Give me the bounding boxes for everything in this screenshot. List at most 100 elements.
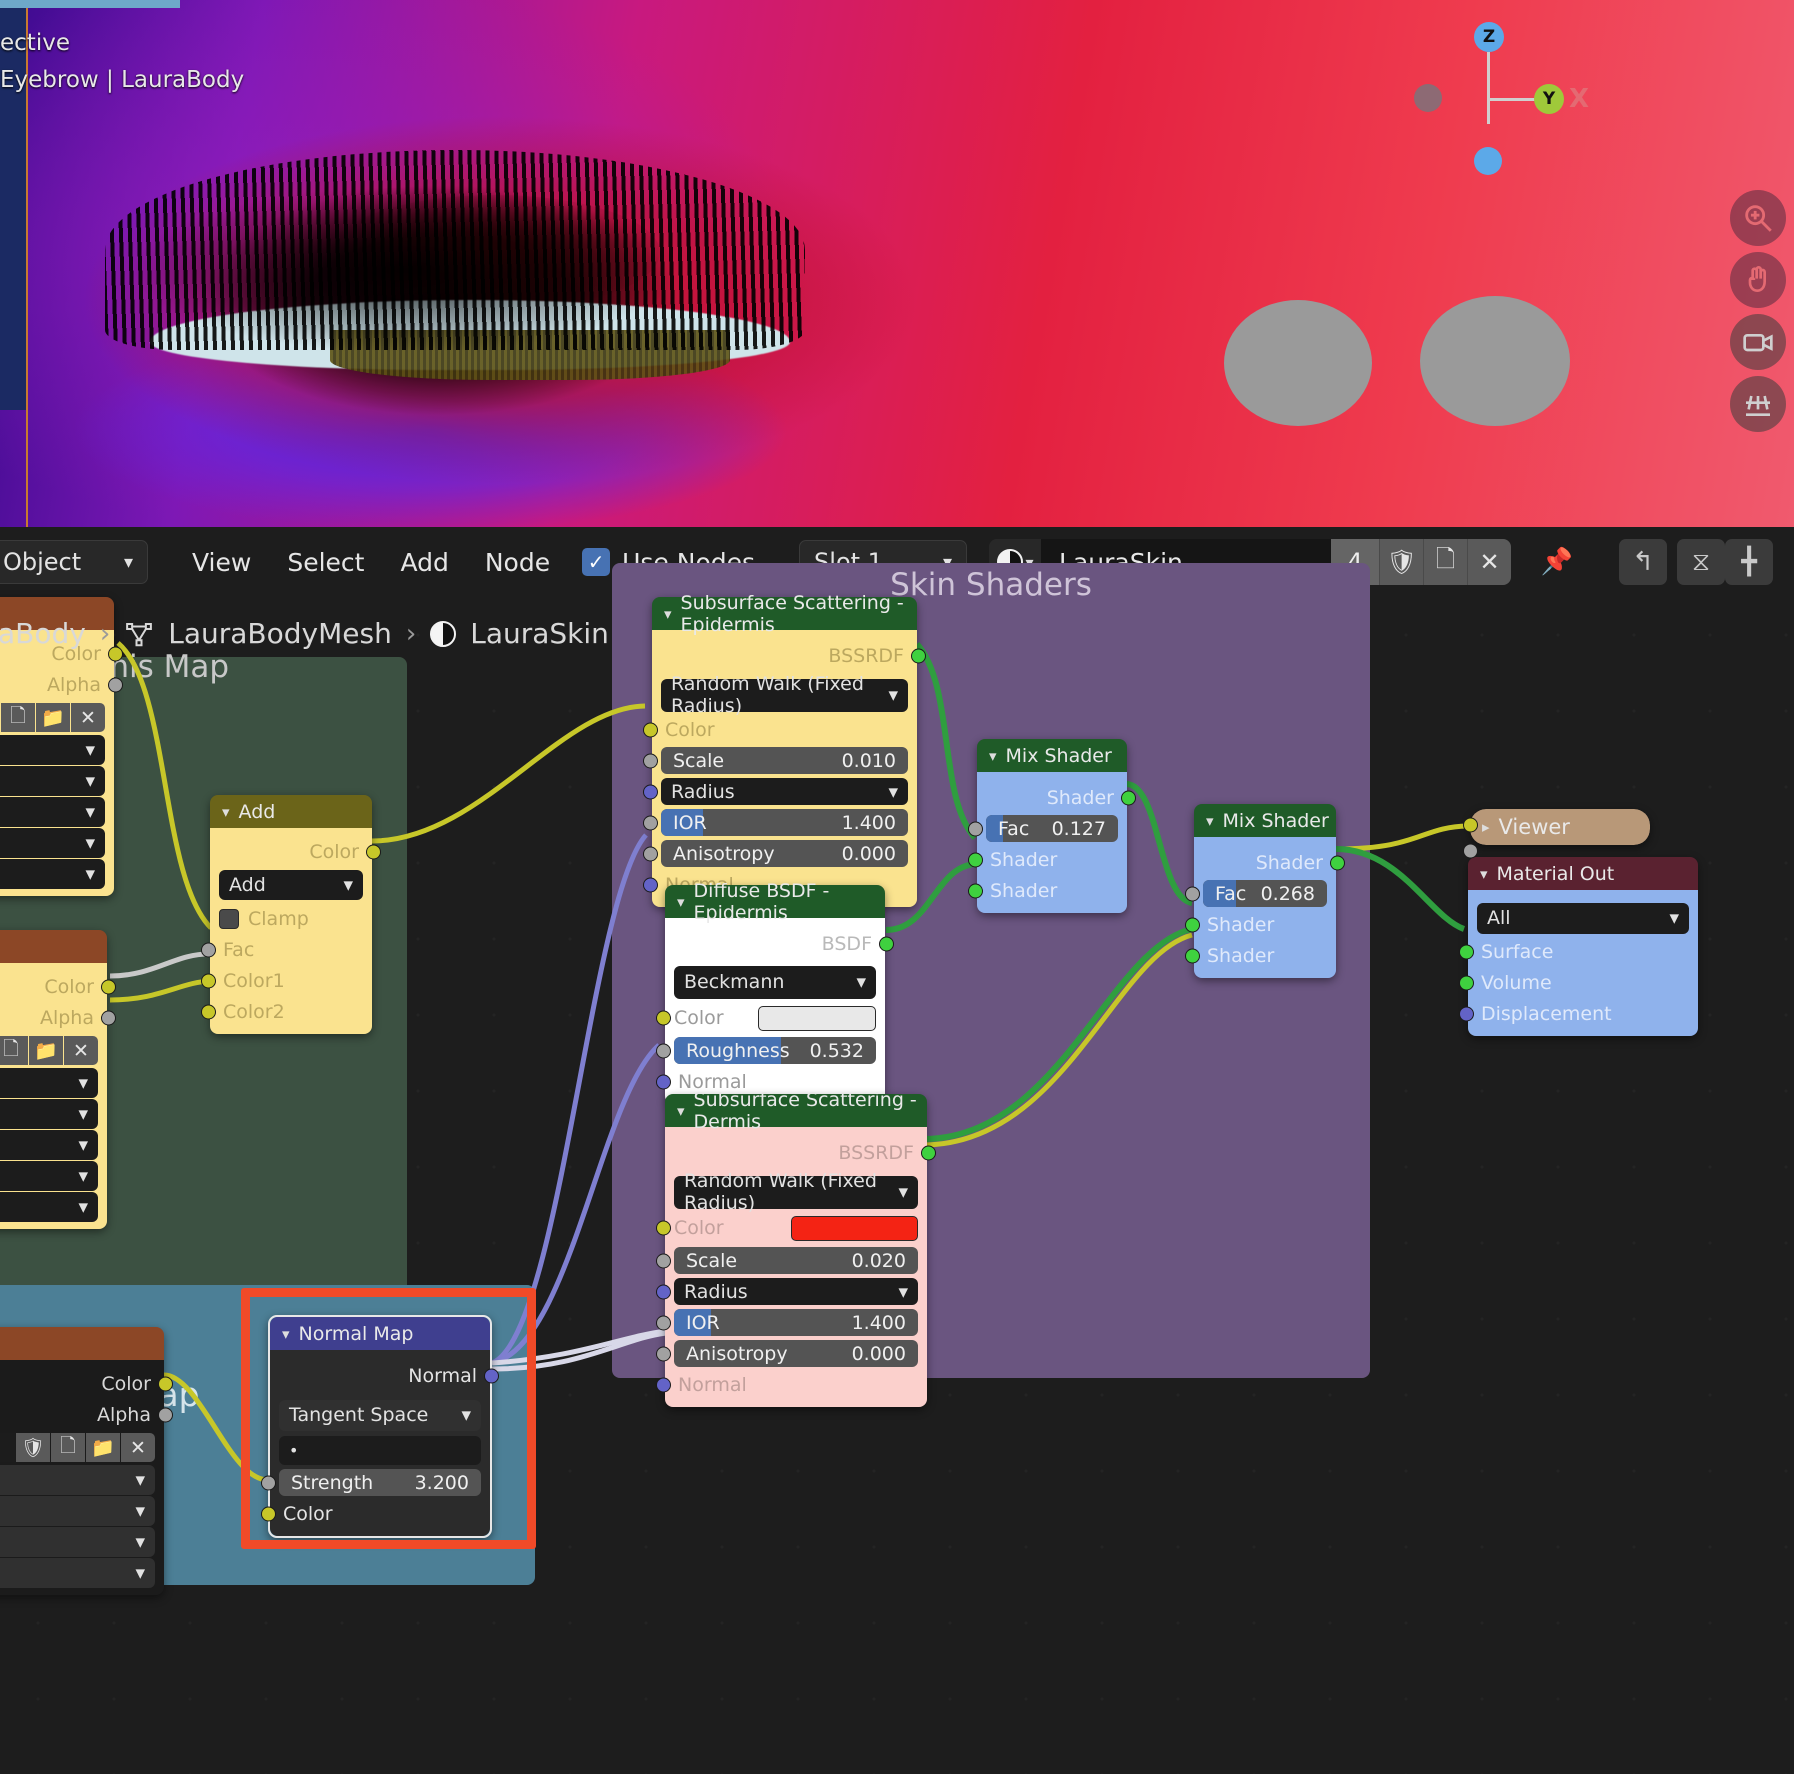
node-mix-shader-1[interactable]: ▾ Mix Shader Shader Fac 0.127 Shader Sha… <box>968 739 1136 913</box>
copy-icon[interactable]: 🗋 <box>0 1036 28 1065</box>
socket-color-out[interactable] <box>158 1376 173 1391</box>
node-material-output[interactable]: ▾ Material Out All ▾ Surface Volume Disp… <box>1459 857 1698 1036</box>
chevron-right-icon[interactable]: ▸ <box>1482 818 1490 836</box>
radius-dropdown[interactable]: Radius ▾ <box>661 778 908 805</box>
color-swatch[interactable] <box>791 1215 918 1241</box>
socket-roughness-in[interactable] <box>656 1043 671 1058</box>
sss-method-dropdown[interactable]: Random Walk (Fixed Radius) ▾ <box>674 1170 918 1214</box>
parent-icon[interactable]: ↰ <box>1619 539 1668 585</box>
source-dropdown[interactable]: ▾ <box>0 1464 155 1495</box>
folder-icon[interactable]: 📁 <box>86 1433 120 1462</box>
scale-field[interactable]: Scale 0.020 <box>674 1247 918 1274</box>
image-selector-row[interactable]: HiRes 🛡 🗋 📁 ✕ <box>0 1433 155 1462</box>
chevron-down-icon[interactable]: ▾ <box>677 893 685 911</box>
socket-shader2-in[interactable] <box>968 883 983 898</box>
shield-icon[interactable]: 🛡 <box>16 1433 50 1462</box>
chevron-down-icon[interactable]: ▾ <box>1480 865 1488 883</box>
socket-radius-in[interactable] <box>656 1284 671 1299</box>
socket-color-in[interactable] <box>643 722 658 737</box>
socket-fac-in[interactable] <box>201 942 216 957</box>
node-mix-color-add[interactable]: ▾ Add Color Add ▾ Clamp Fac Color1 Color… <box>201 795 381 1034</box>
folder-icon[interactable]: 📁 <box>36 703 70 732</box>
menu-add[interactable]: Add <box>382 548 466 577</box>
image-name-field[interactable]: HiRes <box>0 1433 15 1462</box>
gizmo-y-neg[interactable] <box>1414 84 1442 112</box>
socket-color2-in[interactable] <box>201 1004 216 1019</box>
socket-shader1-in[interactable] <box>968 852 983 867</box>
socket-viewer-image-in[interactable] <box>1463 817 1478 833</box>
projection-dropdown[interactable]: ▾ <box>0 1526 155 1557</box>
socket-alpha-out[interactable] <box>101 1010 116 1025</box>
socket-color-in[interactable] <box>656 1010 671 1026</box>
grid-icon[interactable] <box>1730 376 1786 432</box>
anisotropy-field[interactable]: Anisotropy 0.000 <box>661 840 908 867</box>
ior-field[interactable]: IOR 1.400 <box>674 1309 918 1336</box>
node-sss-dermis[interactable]: ▾ Subsurface Scattering - Dermis BSSRDF … <box>656 1089 936 1407</box>
distribution-dropdown[interactable]: Beckmann ▾ <box>674 965 876 999</box>
roughness-field[interactable]: Roughness 0.532 <box>674 1037 876 1064</box>
blend-mode-dropdown[interactable]: Add ▾ <box>219 870 363 900</box>
socket-shader2-in[interactable] <box>1185 948 1200 963</box>
socket-surface-in[interactable] <box>1459 944 1474 959</box>
gizmo-z-neg[interactable] <box>1474 147 1502 175</box>
node-image-texture-epidermis-2[interactable]: ▾ idermis Color Alpha 🛡 🗋 📁 ✕ ▾ ▾ ▾ ▾ <box>0 930 116 1229</box>
socket-anisotropy-in[interactable] <box>656 1346 671 1361</box>
colorspace-dropdown[interactable]: sRGB▾ <box>0 1191 98 1222</box>
menu-node[interactable]: Node <box>467 548 568 577</box>
image-selector-row[interactable]: 🛡 🗋 📁 ✕ <box>0 1036 98 1065</box>
chevron-down-icon[interactable]: ▾ <box>222 803 230 821</box>
navigation-gizmo[interactable]: Z Y X <box>1414 22 1589 175</box>
chevron-down-icon[interactable]: ▾ <box>677 1102 685 1120</box>
socket-fac-in[interactable] <box>1185 886 1200 901</box>
image-selector-row[interactable]: 🛡 🗋 📁 ✕ <box>0 703 105 732</box>
interpolation-dropdown[interactable]: ▾ <box>0 1495 155 1526</box>
socket-viewer-alpha-in[interactable] <box>1463 843 1478 859</box>
breadcrumb-object[interactable]: aBody <box>0 617 86 650</box>
pin-icon[interactable]: 📌 <box>1533 539 1581 585</box>
scale-field[interactable]: Scale 0.010 <box>661 747 908 774</box>
clamp-row[interactable]: Clamp <box>219 905 363 932</box>
zoom-icon[interactable] <box>1730 190 1786 246</box>
projection-dropdown[interactable]: ▾ <box>0 1129 98 1160</box>
socket-normal-in[interactable] <box>656 1074 671 1089</box>
color-swatch[interactable] <box>758 1005 876 1031</box>
target-dropdown[interactable]: All ▾ <box>1477 902 1689 934</box>
copy-icon[interactable]: 🗋 <box>1 703 35 732</box>
socket-normal-in[interactable] <box>643 877 658 892</box>
socket-normal-in[interactable] <box>656 1377 671 1392</box>
viewport-3d[interactable]: ective Eyebrow | LauraBody Z Y X <box>0 0 1794 527</box>
node-image-texture-normals[interactable]: ▾ Normals Color Alpha HiRes 🛡 🗋 📁 ✕ ▾ ▾ … <box>0 1327 173 1595</box>
socket-anisotropy-in[interactable] <box>643 846 658 861</box>
close-icon[interactable]: ✕ <box>64 1036 98 1065</box>
breadcrumb-mesh[interactable]: LauraBodyMesh <box>168 617 392 650</box>
shield-icon[interactable]: 🛡 <box>1379 539 1424 585</box>
node-viewer[interactable]: ▸ Viewer <box>1470 809 1650 845</box>
socket-bssrdf-out[interactable] <box>921 1145 936 1160</box>
extension-dropdown[interactable]: ▾ <box>0 827 105 858</box>
chevron-down-icon[interactable]: ▾ <box>1206 812 1214 830</box>
chevron-down-icon[interactable]: ▾ <box>989 747 997 765</box>
socket-color1-in[interactable] <box>201 973 216 988</box>
clamp-checkbox[interactable] <box>219 908 239 929</box>
socket-scale-in[interactable] <box>643 753 658 768</box>
shader-node-editor[interactable]: aBody › LauraBodyMesh › LauraSkin Epider… <box>0 563 1794 1774</box>
close-icon[interactable]: ✕ <box>1467 539 1512 585</box>
copy-icon[interactable]: 🗋 <box>1423 539 1468 585</box>
colorspace-dropdown[interactable]: sRGB▾ <box>0 858 105 889</box>
copy-icon[interactable]: 🗋 <box>51 1433 85 1462</box>
menu-view[interactable]: View <box>174 548 269 577</box>
extension-dropdown[interactable]: ▾ <box>0 1160 98 1191</box>
breadcrumb-material[interactable]: LauraSkin <box>470 617 609 650</box>
gizmo-y-pos[interactable]: Y <box>1534 84 1564 114</box>
socket-shader1-in[interactable] <box>1185 917 1200 932</box>
socket-color-out[interactable] <box>366 844 381 859</box>
socket-color-out[interactable] <box>101 979 116 994</box>
socket-bsdf-out[interactable] <box>879 936 894 951</box>
anisotropy-field[interactable]: Anisotropy 0.000 <box>674 1340 918 1367</box>
interpolation-dropdown[interactable]: ▾ <box>0 1098 98 1129</box>
fac-field[interactable]: Fac 0.268 <box>1203 880 1327 907</box>
socket-displacement-in[interactable] <box>1459 1006 1474 1021</box>
chevron-down-icon[interactable]: ▾ <box>664 605 672 623</box>
socket-color-in[interactable] <box>656 1220 671 1236</box>
close-icon[interactable]: ✕ <box>71 703 105 732</box>
